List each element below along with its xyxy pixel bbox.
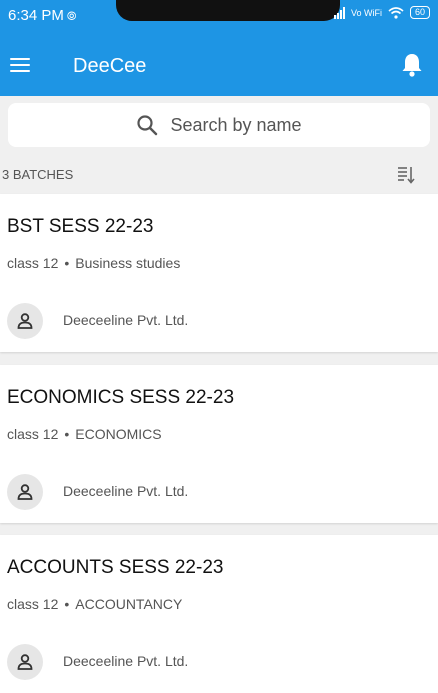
- menu-icon[interactable]: [10, 54, 34, 76]
- app-title: DeeCee: [73, 55, 147, 77]
- batch-subject: Business studies: [75, 255, 181, 271]
- status-time: 6:34 PM ⦾: [8, 7, 76, 24]
- sort-icon[interactable]: [396, 165, 416, 185]
- person-icon: [7, 474, 43, 510]
- batch-subtitle: class 12 • ECONOMICS: [7, 426, 162, 442]
- batch-title: ACCOUNTS SESS 22-23: [7, 557, 224, 578]
- separator-dot: •: [64, 426, 70, 442]
- batch-card[interactable]: ACCOUNTS SESS 22-23 class 12 • ACCOUNTANCY…: [0, 535, 438, 693]
- bell-icon[interactable]: [400, 52, 424, 78]
- separator-dot: •: [64, 596, 70, 612]
- person-icon: [7, 644, 43, 680]
- batch-title: ECONOMICS SESS 22-23: [7, 387, 235, 408]
- batch-class: class 12: [7, 596, 59, 612]
- batch-class: class 12: [7, 426, 59, 442]
- camera-notch: [116, 0, 340, 21]
- batch-card[interactable]: BST SESS 22-23 class 12 • Business studies…: [0, 194, 438, 352]
- status-time-text: 6:34 PM: [8, 7, 64, 24]
- status-bar: 6:34 PM ⦾ Vo WiFi 60: [0, 0, 438, 36]
- search-placeholder: Search by name: [170, 114, 302, 135]
- batch-title: BST SESS 22-23: [7, 216, 154, 237]
- batch-count: 3 BATCHES: [2, 167, 74, 182]
- batch-card[interactable]: ECONOMICS SESS 22-23 class 12 • ECONOMICS …: [0, 365, 438, 523]
- batch-subtitle: class 12 • ACCOUNTANCY: [7, 596, 182, 612]
- batch-subject: ACCOUNTANCY: [75, 596, 183, 612]
- network-label: Vo WiFi: [350, 7, 382, 18]
- batches-header: 3 BATCHES: [0, 158, 438, 190]
- wifi-icon: [388, 6, 404, 19]
- search-input[interactable]: Search by name: [8, 103, 430, 147]
- batch-class: class 12: [7, 255, 59, 271]
- batch-org: Deeceeline Pvt. Ltd.: [63, 653, 189, 669]
- batch-subject: ECONOMICS: [75, 426, 162, 442]
- battery-icon: 60: [409, 6, 430, 19]
- signal-icon: [333, 6, 345, 19]
- search-icon: [137, 115, 158, 136]
- hotspot-icon: ⦾: [66, 9, 77, 23]
- batch-org: Deeceeline Pvt. Ltd.: [63, 483, 189, 499]
- status-icons: Vo WiFi 60: [333, 6, 430, 19]
- batch-org: Deeceeline Pvt. Ltd.: [63, 312, 189, 328]
- separator-dot: •: [64, 255, 70, 271]
- app-bar: DeeCee: [0, 36, 438, 96]
- batch-subtitle: class 12 • Business studies: [7, 255, 180, 271]
- person-icon: [7, 303, 43, 339]
